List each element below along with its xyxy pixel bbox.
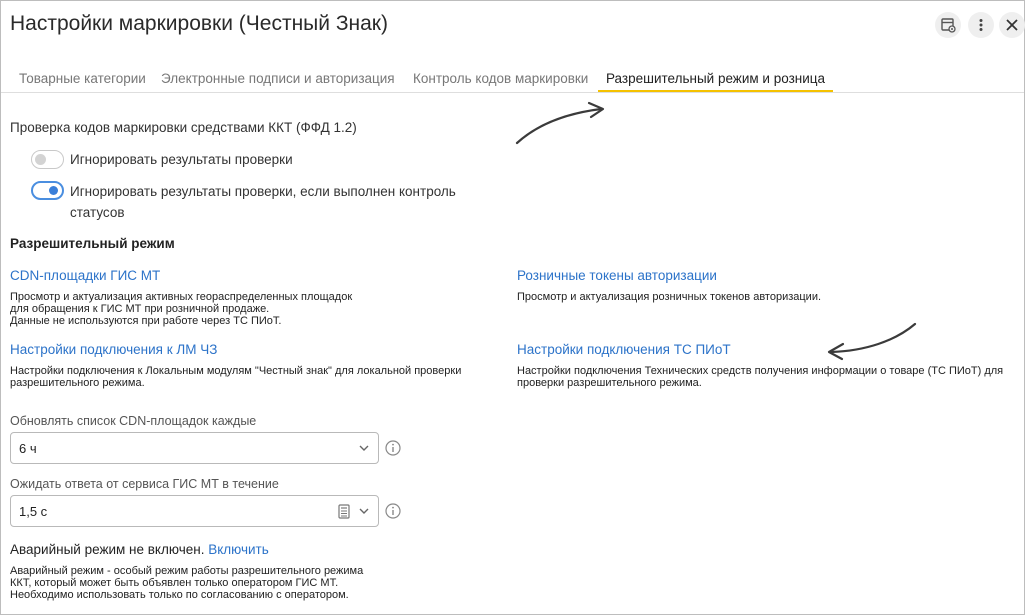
settings-window: Настройки маркировки (Честный Знак) Това… bbox=[0, 0, 1025, 615]
cdn-sites-desc-3: Данные не используются при работе через … bbox=[10, 315, 282, 327]
chevron-down-icon bbox=[359, 445, 369, 451]
table-settings-button[interactable] bbox=[935, 12, 961, 38]
tab-signatures[interactable]: Электронные подписи и авторизация bbox=[161, 71, 395, 86]
ignore-if-status-label-cont: статусов bbox=[70, 205, 125, 220]
ignore-results-label: Игнорировать результаты проверки bbox=[70, 152, 293, 167]
side-arrow-icon bbox=[827, 322, 917, 361]
toggle-knob bbox=[35, 154, 46, 165]
enable-emergency-link[interactable]: Включить bbox=[208, 542, 269, 557]
retail-tokens-desc: Просмотр и актуализация розничных токено… bbox=[517, 291, 822, 303]
cdn-refresh-select[interactable]: 6 ч bbox=[10, 432, 379, 464]
ignore-if-status-label: Игнорировать результаты проверки, если в… bbox=[70, 184, 456, 199]
cdn-sites-link[interactable]: CDN-площадки ГИС МТ bbox=[10, 268, 160, 283]
info-icon[interactable] bbox=[385, 503, 401, 519]
ignore-results-toggle[interactable] bbox=[31, 150, 64, 169]
emergency-desc-3: Необходимо использовать только по соглас… bbox=[10, 589, 349, 601]
piot-desc-1: Настройки подключения Технических средст… bbox=[517, 365, 1004, 377]
tab-permit-retail[interactable]: Разрешительный режим и розница bbox=[606, 71, 825, 86]
tab-product-categories[interactable]: Товарные категории bbox=[19, 71, 146, 86]
emergency-desc-1: Аварийный режим - особый режим работы ра… bbox=[10, 565, 364, 577]
emergency-status-text: Аварийный режим не включен. bbox=[10, 542, 205, 557]
cdn-refresh-value: 6 ч bbox=[19, 441, 37, 456]
toggle-knob bbox=[49, 186, 58, 195]
active-tab-indicator bbox=[598, 90, 833, 92]
gis-timeout-select[interactable]: 1,5 с bbox=[10, 495, 379, 527]
tab-code-control[interactable]: Контроль кодов маркировки bbox=[413, 71, 588, 86]
more-vert-icon bbox=[979, 19, 983, 31]
window-title: Настройки маркировки (Честный Знак) bbox=[10, 12, 388, 35]
close-button[interactable] bbox=[999, 12, 1025, 38]
cdn-sites-desc-2: для обращения к ГИС МТ при розничной про… bbox=[10, 303, 270, 315]
close-icon bbox=[1006, 19, 1018, 31]
top-arrow-icon bbox=[515, 101, 605, 145]
lm-cz-desc-1: Настройки подключения к Локальным модуля… bbox=[10, 365, 462, 377]
permit-mode-heading: Разрешительный режим bbox=[10, 236, 175, 251]
piot-settings-link[interactable]: Настройки подключения ТС ПИоТ bbox=[517, 342, 731, 357]
lm-cz-settings-link[interactable]: Настройки подключения к ЛМ ЧЗ bbox=[10, 342, 217, 357]
gis-timeout-label: Ожидать ответа от сервиса ГИС МТ в течен… bbox=[10, 477, 279, 491]
tab-bar: Товарные категории Электронные подписи и… bbox=[1, 63, 1024, 93]
ignore-if-status-toggle[interactable] bbox=[31, 181, 64, 200]
calculator-icon[interactable] bbox=[338, 504, 350, 519]
retail-tokens-link[interactable]: Розничные токены авторизации bbox=[517, 268, 717, 283]
piot-desc-2: проверки разрешительного режима. bbox=[517, 377, 702, 389]
emergency-desc-2: ККТ, который может быть объявлен только … bbox=[10, 577, 339, 589]
kkt-check-heading: Проверка кодов маркировки средствами ККТ… bbox=[10, 120, 357, 135]
emergency-status: Аварийный режим не включен. Включить bbox=[10, 542, 269, 557]
info-icon[interactable] bbox=[385, 440, 401, 456]
cdn-sites-desc-1: Просмотр и актуализация активных георасп… bbox=[10, 291, 353, 303]
chevron-down-icon bbox=[359, 508, 369, 514]
cdn-refresh-label: Обновлять список CDN-площадок каждые bbox=[10, 414, 257, 428]
lm-cz-desc-2: разрешительного режима. bbox=[10, 377, 145, 389]
gis-timeout-value: 1,5 с bbox=[19, 504, 48, 519]
more-button[interactable] bbox=[968, 12, 994, 38]
settings-table-icon bbox=[941, 18, 956, 33]
